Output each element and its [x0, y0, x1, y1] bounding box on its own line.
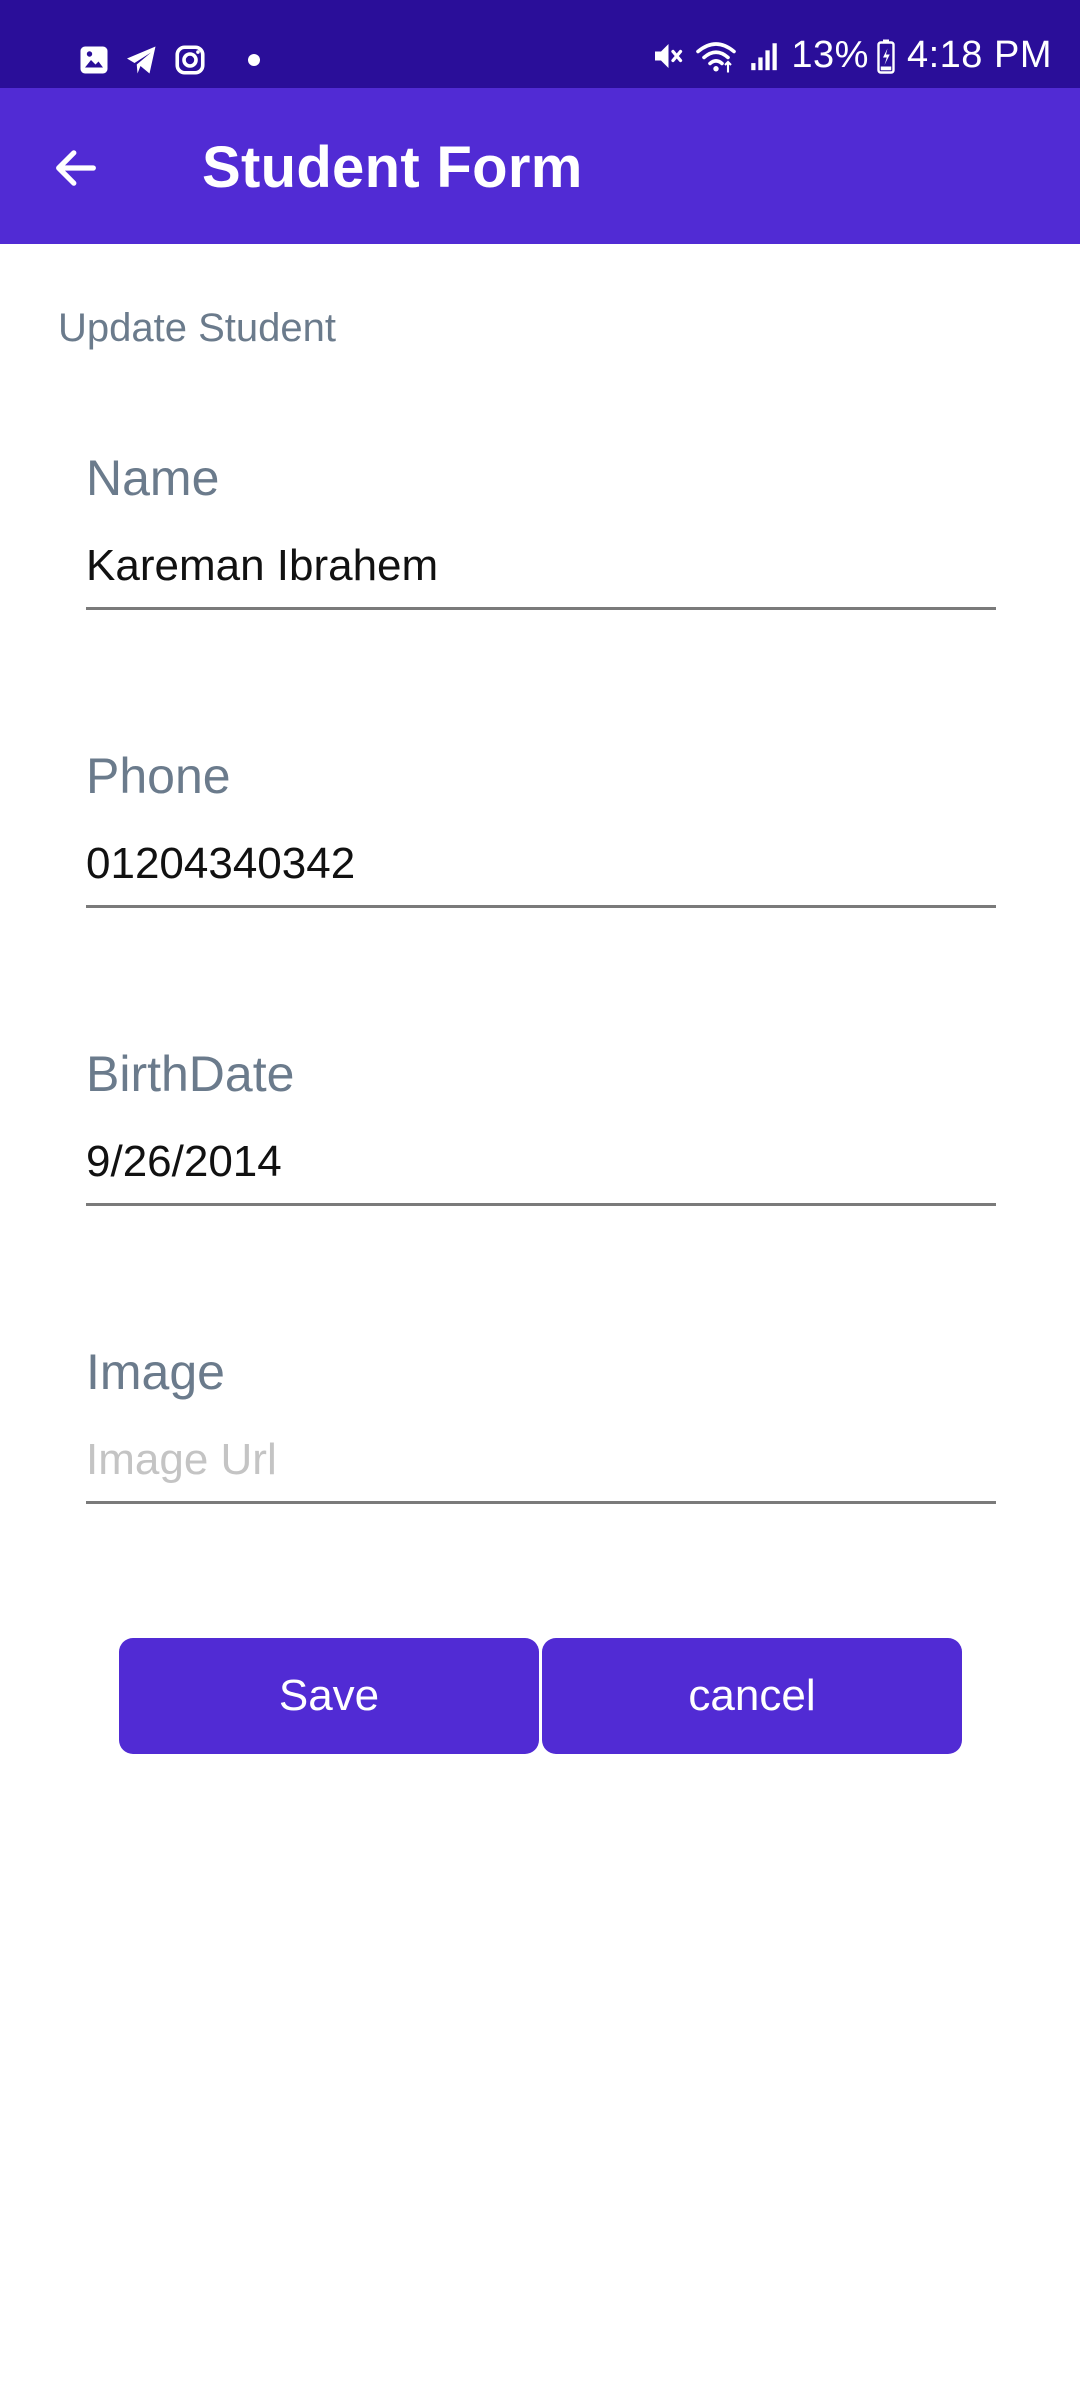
mute-icon: [655, 43, 683, 68]
app-bar: Student Form: [0, 88, 1080, 244]
status-bar-left: [76, 42, 260, 78]
form-heading: Update Student: [58, 306, 336, 350]
cancel-button[interactable]: cancel: [542, 1638, 962, 1754]
clock: 4:18 PM: [906, 34, 1052, 76]
image-label: Image: [86, 1344, 225, 1400]
page-title: Student Form: [202, 135, 583, 200]
birthdate-label: BirthDate: [86, 1046, 295, 1102]
telegram-icon: [127, 46, 156, 74]
birthdate-field-group: BirthDate: [86, 1044, 996, 1206]
save-button[interactable]: Save: [119, 1638, 539, 1754]
gallery-icon: [80, 46, 108, 74]
birthdate-input[interactable]: [86, 1132, 996, 1206]
image-field-group: Image: [86, 1342, 996, 1504]
name-field-group: Name: [86, 448, 996, 610]
wifi-icon: [696, 41, 737, 72]
battery-percentage: 13%: [791, 34, 869, 76]
image-url-input[interactable]: [86, 1430, 996, 1504]
instagram-icon: [175, 45, 205, 75]
phone-field-group: Phone: [86, 746, 996, 908]
status-bar-right: 13% 4:18 PM: [649, 34, 1052, 77]
name-input[interactable]: [86, 536, 996, 610]
battery-icon: [877, 39, 895, 74]
arrow-back-icon: [56, 150, 96, 186]
form-buttons: Save cancel: [119, 1638, 962, 1754]
back-button[interactable]: [38, 130, 114, 206]
phone-label: Phone: [86, 748, 231, 804]
name-label: Name: [86, 450, 220, 506]
signal-icon: [751, 42, 778, 70]
status-bar: 13% 4:18 PM: [0, 0, 1080, 88]
phone-input[interactable]: [86, 834, 996, 908]
notification-dot: [248, 54, 260, 66]
